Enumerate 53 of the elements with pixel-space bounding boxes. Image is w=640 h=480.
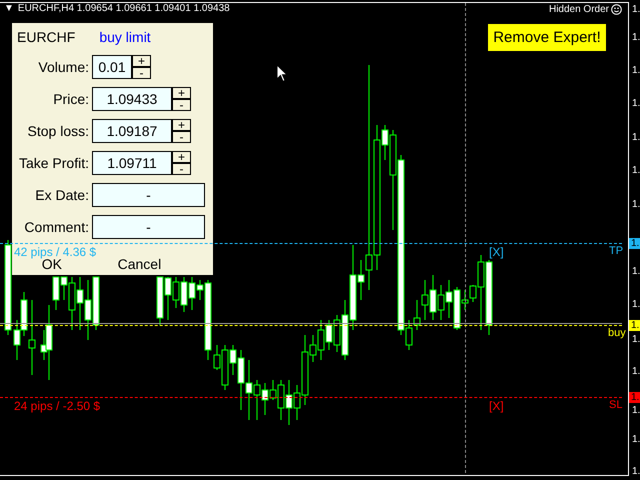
axis-label: 1.	[632, 165, 640, 176]
increment-button[interactable]: +	[172, 87, 191, 99]
field-label: Stop loss:	[26, 123, 90, 139]
level-tag: TP	[609, 245, 624, 257]
input-field[interactable]: -	[92, 215, 205, 239]
axis-label: 1.	[632, 434, 640, 445]
close-level-link[interactable]: [X]	[489, 245, 504, 259]
price-tag: 1.	[629, 320, 640, 331]
pips-label: 24 pips / -2.50 $	[14, 399, 100, 413]
axis-label: 1.	[632, 466, 640, 477]
decrement-button[interactable]: -	[132, 67, 151, 79]
pips-label: 42 pips / 4.36 $	[14, 245, 96, 259]
decrement-button[interactable]: -	[172, 99, 191, 111]
axis-label: 1.	[632, 405, 640, 416]
input-field[interactable]: 0.01	[92, 55, 132, 79]
field-label: Take Profit:	[18, 155, 90, 171]
decrement-button[interactable]: -	[172, 131, 191, 143]
axis-label: 1.	[632, 32, 640, 43]
price-tag: 1.	[629, 392, 640, 403]
cancel-button[interactable]: Cancel	[112, 256, 168, 272]
level-tag: SL	[609, 399, 622, 411]
input-field[interactable]: -	[92, 183, 205, 207]
input-field[interactable]: 1.09187	[92, 119, 172, 143]
axis-label: 1.	[632, 334, 640, 345]
decrement-button[interactable]: -	[172, 163, 191, 175]
increment-button[interactable]: +	[172, 151, 191, 163]
axis-label: 1.	[632, 132, 640, 143]
mouse-cursor-icon	[276, 64, 288, 83]
axis-label: 1.	[632, 65, 640, 76]
price-level-line[interactable]	[0, 243, 622, 244]
axis-label: 1.	[632, 4, 640, 15]
axis-label: 1.	[632, 299, 640, 310]
field-label: Comment:	[23, 219, 90, 235]
close-level-link[interactable]: [X]	[489, 399, 504, 413]
increment-button[interactable]: +	[172, 119, 191, 131]
axis-label: 1.	[632, 266, 640, 277]
dropdown-arrow[interactable]: ▼	[4, 3, 14, 14]
axis-label: 1.	[632, 199, 640, 210]
field-label: Ex Date:	[34, 187, 90, 203]
chart-title: EURCHF,H4 1.09654 1.09661 1.09401 1.09438	[18, 3, 230, 14]
level-tag: buy	[608, 327, 626, 339]
axis-label: 1.	[632, 98, 640, 109]
axis-label: 1.	[632, 366, 640, 377]
symbol-label: EURCHF	[17, 29, 76, 45]
remove-expert-button[interactable]: Remove Expert!	[488, 24, 606, 51]
field-label: Volume:	[37, 59, 90, 75]
hidden-order-label: Hidden Order	[548, 4, 609, 15]
price-tag: 1.	[629, 238, 640, 249]
order-type-label: buy limit	[99, 29, 151, 45]
increment-button[interactable]: +	[132, 55, 151, 67]
input-field[interactable]: 1.09433	[92, 87, 172, 111]
field-label: Price:	[52, 91, 90, 107]
input-field[interactable]: 1.09711	[92, 151, 172, 175]
